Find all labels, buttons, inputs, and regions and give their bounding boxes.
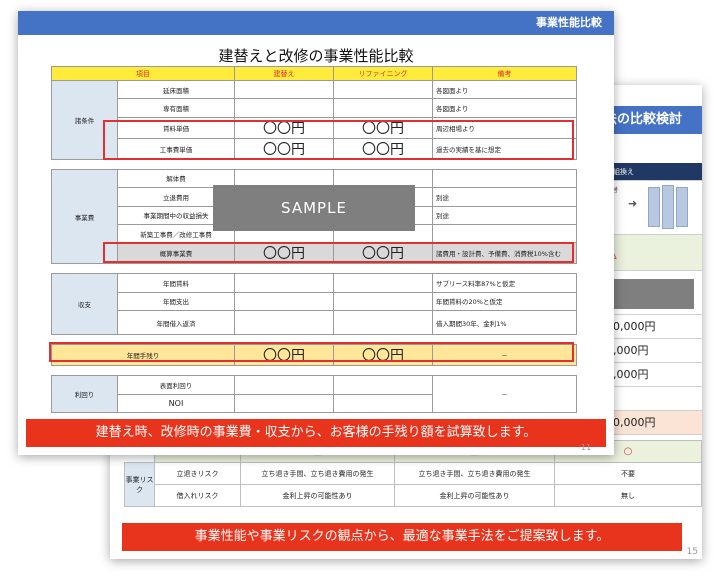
row-note: 別途 bbox=[432, 205, 577, 225]
building-icon bbox=[676, 187, 688, 227]
row-item: NOI bbox=[117, 393, 235, 413]
table-row: 諸条件 延床面積 各図面より bbox=[51, 79, 577, 160]
row-item: 延床面積 bbox=[117, 79, 235, 100]
front-header-title: 事業性能比較 bbox=[536, 16, 602, 29]
row-item: 年間賃料 bbox=[117, 273, 235, 293]
row-note: 年間賃料の20%と仮定 bbox=[432, 291, 577, 312]
column-header-notes: 備考 bbox=[432, 66, 577, 81]
row-item: 専有面積 bbox=[117, 98, 235, 118]
risk-cell: 金利上昇の可能性あり bbox=[240, 484, 395, 507]
risk-cell: 立ち退き手間、立ち退き費用の発生 bbox=[240, 462, 395, 485]
risk-row: 事業リスク 立退きリスク 立ち退き手間、立ち退き費用の発生 立ち退き手間、立ち退… bbox=[124, 462, 702, 507]
highlight-frame bbox=[103, 120, 574, 160]
refining-value bbox=[333, 79, 433, 100]
risk-cell: 金利上昇の可能性あり bbox=[394, 484, 555, 507]
sample-watermark: SAMPLE bbox=[213, 185, 415, 231]
front-banner: 建替え時、改修時の事業費・収支から、お客様の手残り額を試算致します。 bbox=[26, 419, 606, 447]
table-row: 年間支出 年間賃料の20%と仮定 bbox=[52, 291, 577, 312]
row-note: 借入期間30年、金利1% bbox=[432, 310, 577, 336]
building-icon bbox=[662, 185, 674, 229]
rebuild-value bbox=[234, 98, 334, 118]
risk-label: 借入れリスク bbox=[154, 484, 241, 507]
table-row: 年間借入返済 借入期間30年、金利1% bbox=[52, 310, 577, 336]
row-item: 年間支出 bbox=[117, 291, 235, 312]
row-item: 年間借入返済 bbox=[117, 310, 235, 336]
row-note: 各図面より bbox=[432, 79, 577, 100]
row-note bbox=[432, 168, 577, 189]
column-header-refining: リファイニング bbox=[333, 66, 433, 81]
refining-value bbox=[333, 98, 433, 118]
page-title: 建替えと改修の事業性能比較 bbox=[218, 47, 414, 65]
risk-cell: 立ち退き手間、立ち退き費用の発生 bbox=[394, 462, 555, 485]
highlight-frame bbox=[103, 242, 574, 263]
table-header-row: 項目 建替え リファイニング 備考 bbox=[51, 66, 577, 81]
row-note bbox=[432, 223, 577, 244]
row-note: サブリース料率87%と仮定 bbox=[432, 273, 577, 293]
risk-group-label: 事業リスク bbox=[124, 462, 155, 507]
front-slide: 事業性能比較 建替えと改修の事業性能比較 項目 建替え リファイニング 備考 諸… bbox=[18, 11, 614, 455]
row-note: 別途 bbox=[432, 187, 577, 207]
arrow-icon: ➜ bbox=[628, 197, 638, 210]
risk-label: 立退きリスク bbox=[154, 462, 241, 485]
group-label-yield: 利回り bbox=[51, 375, 118, 413]
risk-row: 借入れリスク 金利上昇の可能性あり 金利上昇の可能性あり 無し bbox=[125, 484, 702, 507]
table-row: 利回り 表面利回り － bbox=[51, 375, 577, 413]
group-label-balance: 収支 bbox=[51, 273, 118, 336]
risk-cell: 不要 bbox=[554, 462, 702, 485]
back-banner: 事業性能や事業リスクの観点から、最適な事業手法をご提案致します。 bbox=[122, 523, 682, 551]
column-header-rebuild: 建替え bbox=[234, 66, 334, 81]
column-header-item: 項目 bbox=[51, 66, 235, 81]
rebuild-value bbox=[234, 79, 334, 100]
front-header-bar: 事業性能比較 bbox=[18, 11, 614, 35]
row-item: 表面利回り bbox=[117, 375, 235, 395]
row-note: － bbox=[432, 375, 577, 413]
table-row: 専有面積 各図面より bbox=[52, 98, 577, 118]
row-note: 各図面より bbox=[432, 98, 577, 118]
front-page-number: 11 bbox=[581, 443, 592, 452]
risk-cell: 無し bbox=[554, 484, 702, 507]
highlight-frame bbox=[49, 342, 574, 362]
table-row: 収支 年間賃料 サブリース料率87%と仮定 bbox=[51, 273, 577, 336]
building-icon bbox=[648, 187, 660, 227]
back-page-number: 15 bbox=[686, 547, 698, 557]
